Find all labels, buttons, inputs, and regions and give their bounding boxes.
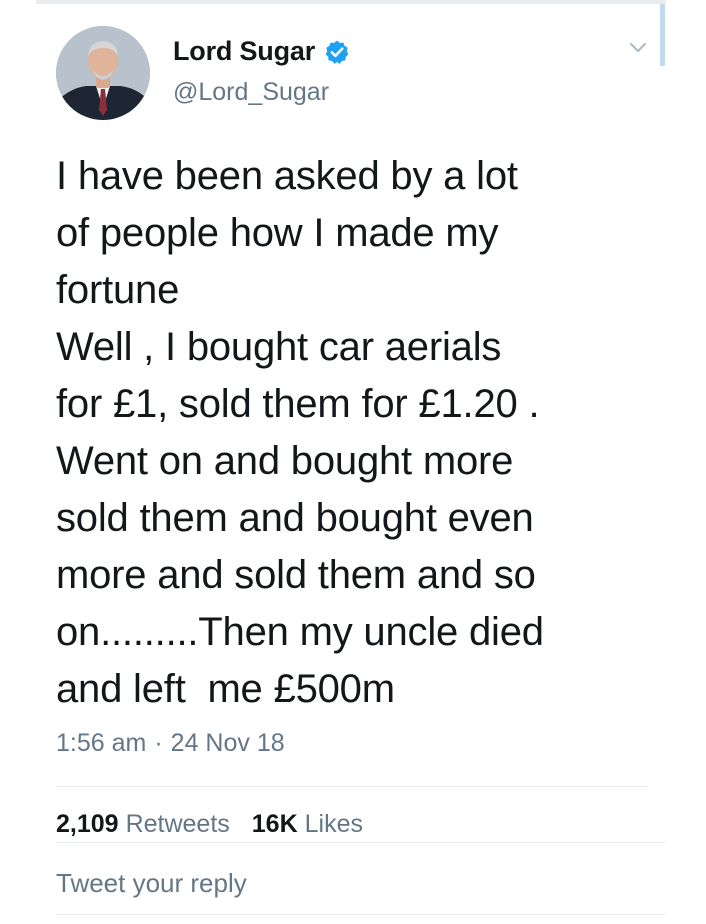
tweet-text-line: of people how I made my bbox=[56, 211, 499, 255]
likes-label: Likes bbox=[304, 810, 364, 838]
tweet-stats: 2,109 Retweets 16K Likes bbox=[56, 810, 363, 839]
author-display-name[interactable]: Lord Sugar bbox=[173, 36, 315, 67]
divider bbox=[56, 842, 666, 843]
scroll-indicator[interactable] bbox=[660, 4, 665, 66]
likes-count: 16K bbox=[251, 810, 298, 838]
verified-badge-icon bbox=[324, 39, 350, 65]
tweet-text-line: I have been asked by a lot bbox=[56, 154, 518, 198]
tweet-text-line: more and sold them and so bbox=[56, 553, 536, 597]
tweet-text-line: Well , I bought car aerials bbox=[56, 325, 502, 369]
author-handle[interactable]: @Lord_Sugar bbox=[173, 78, 329, 107]
tweet-text: I have been asked by a lot of people how… bbox=[56, 148, 656, 718]
chevron-down-icon[interactable] bbox=[628, 40, 648, 56]
tweet-text-line: sold them and bought even bbox=[56, 496, 534, 540]
tweet-timestamp[interactable]: 1:56 am · 24 Nov 18 bbox=[56, 729, 285, 758]
tweet-text-line: on.........Then my uncle died bbox=[56, 610, 544, 654]
tweet-time[interactable]: 1:56 am bbox=[56, 729, 146, 758]
retweets-count: 2,109 bbox=[56, 810, 119, 838]
reply-input[interactable]: Tweet your reply bbox=[56, 868, 247, 899]
tweet-text-line: and left me £500m bbox=[56, 667, 395, 711]
retweets-stat[interactable]: 2,109 Retweets bbox=[56, 810, 230, 839]
avatar-image bbox=[56, 26, 150, 120]
likes-stat[interactable]: 16K Likes bbox=[252, 810, 363, 839]
divider bbox=[56, 786, 648, 787]
tweet-date[interactable]: 24 Nov 18 bbox=[171, 729, 285, 758]
tweet-text-line: Went on and bought more bbox=[56, 439, 514, 483]
top-divider bbox=[36, 0, 666, 4]
tweet-text-line: for £1, sold them for £1.20 . bbox=[56, 382, 540, 426]
tweet-text-line: fortune bbox=[56, 268, 180, 312]
retweets-label: Retweets bbox=[125, 810, 230, 838]
author-name-row[interactable]: Lord Sugar bbox=[173, 36, 350, 67]
timestamp-separator: · bbox=[154, 729, 163, 757]
avatar[interactable] bbox=[56, 26, 150, 120]
divider bbox=[56, 914, 666, 915]
